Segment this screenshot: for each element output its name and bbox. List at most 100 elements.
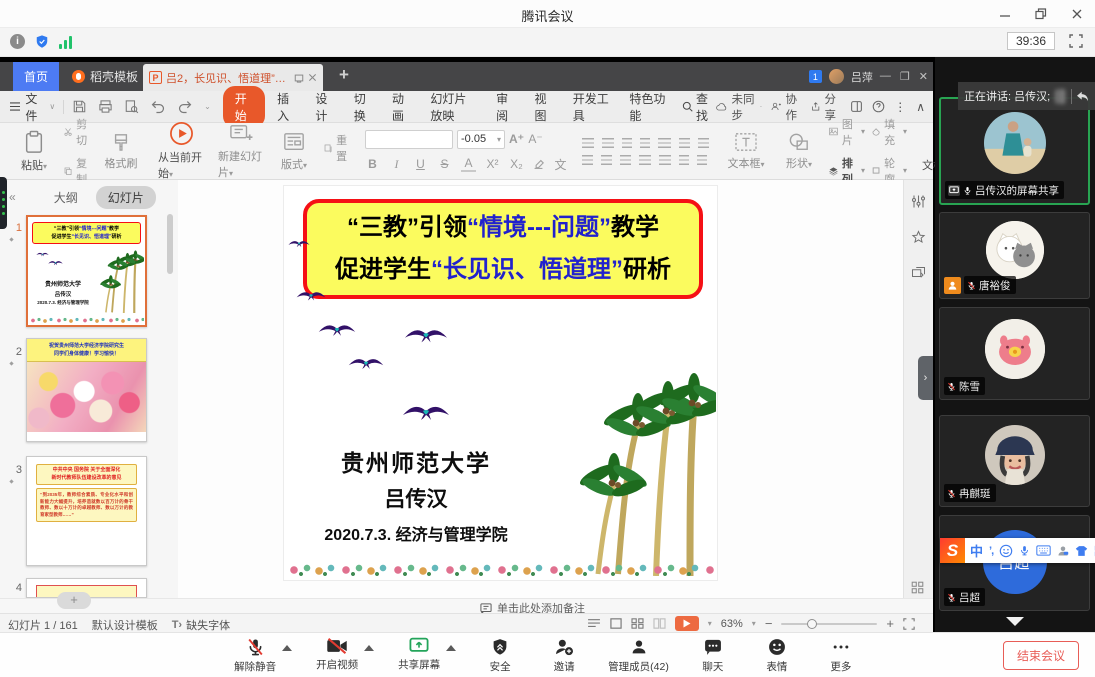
distribute-icon[interactable] — [659, 155, 671, 165]
subscript-button[interactable]: X₂ — [509, 157, 524, 171]
participant-tile[interactable]: 冉麒珽 — [939, 415, 1090, 507]
zoom-level[interactable]: 63% — [721, 618, 743, 630]
zoom-in-button[interactable]: + — [886, 616, 894, 631]
decrease-indent-icon[interactable] — [622, 138, 632, 148]
invite-button[interactable]: 邀请 — [544, 637, 584, 674]
print-preview-icon[interactable] — [124, 99, 139, 114]
help-icon[interactable] — [872, 100, 885, 113]
sogou-logo-icon[interactable]: S — [940, 538, 965, 563]
manage-members-button[interactable]: 管理成员(42) — [608, 637, 669, 674]
slide-thumbnail-2[interactable]: 祝贺贵州师范大学经济学院研究生同学们身体健康！学习愉快！ — [26, 338, 147, 442]
more-button[interactable]: 更多 — [821, 637, 861, 674]
text-direction-icon[interactable] — [698, 138, 709, 148]
wps-account-name[interactable]: 吕萍 — [851, 69, 873, 85]
animation-pane-icon[interactable] — [911, 230, 926, 245]
ime-voice-icon[interactable] — [1019, 544, 1030, 557]
signal-strength-icon[interactable] — [59, 36, 72, 49]
slide-canvas[interactable]: “三教”引领“情境---问题”教学 促进学生“长见识、悟道理”研析 贵州师范大学… — [178, 180, 903, 598]
video-options-caret[interactable] — [364, 645, 374, 651]
participant-tile[interactable]: 陈雪 — [939, 307, 1090, 400]
menu-devtools[interactable]: 开发工具 — [563, 87, 620, 127]
qat-dropdown-icon[interactable]: ⌄ — [204, 102, 211, 111]
bullet-list-icon[interactable] — [582, 138, 594, 148]
participant-tile[interactable]: 唐裕俊 — [939, 212, 1090, 299]
pin-window-icon[interactable] — [294, 73, 304, 83]
meeting-info-icon[interactable]: i — [10, 34, 25, 49]
menu-start[interactable]: 开始 — [223, 86, 265, 128]
object-properties-icon[interactable] — [911, 194, 926, 209]
emoji-button[interactable]: 表情 — [757, 637, 797, 674]
collaborate-button[interactable]: 协作 — [771, 91, 802, 123]
wps-close-icon[interactable]: ✕ — [919, 70, 928, 83]
menu-features[interactable]: 特色功能 — [619, 87, 676, 127]
justify-icon[interactable] — [639, 155, 651, 165]
redo-icon[interactable] — [177, 100, 193, 114]
strikethrough-button[interactable]: S — [437, 157, 452, 171]
menu-view[interactable]: 视图 — [524, 87, 562, 127]
undo-icon[interactable] — [150, 100, 166, 114]
increase-indent-icon[interactable] — [640, 138, 650, 148]
expand-panel-tab[interactable]: › — [918, 356, 933, 400]
print-icon[interactable] — [98, 99, 113, 114]
reset-button[interactable]: 重置 — [324, 132, 351, 164]
participant-tile-screenshare[interactable]: 吕传汉的屏幕共享 — [939, 97, 1090, 205]
notes-toggle-icon[interactable] — [587, 618, 601, 629]
menu-animation[interactable]: 动画 — [382, 87, 420, 127]
share-screen-button[interactable]: 共享屏幕 — [398, 637, 440, 672]
wps-minimize-icon[interactable]: — — [880, 70, 891, 83]
play-from-current-button[interactable]: 从当前开始▾ — [158, 121, 204, 181]
participant-tile[interactable]: 吕超 吕超 — [939, 515, 1090, 611]
sync-status[interactable]: 未同步· — [716, 91, 762, 123]
wps-restore-icon[interactable]: ❐ — [900, 70, 910, 83]
more-menu-icon[interactable]: ⋮ — [894, 100, 907, 114]
ime-skin-icon[interactable] — [1075, 545, 1088, 557]
scroll-down-participants[interactable] — [1006, 617, 1024, 626]
bold-button[interactable]: B — [365, 157, 380, 171]
minimize-icon[interactable] — [999, 8, 1011, 20]
format-painter-button[interactable]: 格式刷 — [98, 132, 144, 171]
align-center-icon[interactable] — [601, 155, 612, 165]
start-video-button[interactable]: 开启视频 — [316, 637, 358, 672]
zoom-slider[interactable] — [781, 623, 877, 625]
find-button[interactable]: 查找 — [682, 90, 716, 124]
network-shield-icon[interactable] — [35, 34, 49, 49]
tab-slides[interactable]: 幻灯片 — [96, 186, 156, 209]
notification-badge[interactable]: 1 — [809, 70, 822, 83]
line-spacing-icon[interactable] — [679, 138, 690, 148]
ime-emoji-icon[interactable] — [999, 544, 1013, 558]
sidebar-scrollbar[interactable] — [167, 214, 173, 274]
textbox-button[interactable]: 文本框▾ — [723, 132, 769, 171]
menu-insert[interactable]: 插入 — [267, 87, 305, 127]
grid-view-icon[interactable] — [911, 581, 924, 594]
picture-button[interactable]: 图片▾ — [829, 116, 865, 148]
font-name-select[interactable] — [365, 130, 453, 149]
para-spacing-icon[interactable] — [679, 155, 689, 165]
close-document-icon[interactable] — [308, 73, 317, 82]
security-button[interactable]: 安全 — [480, 637, 520, 674]
slideshow-play-button[interactable] — [675, 616, 699, 631]
paste-button[interactable]: 粘贴▾ — [11, 130, 57, 173]
numbered-list-icon[interactable] — [602, 138, 614, 148]
align-left-icon[interactable] — [582, 155, 593, 165]
tab-outline[interactable]: 大纲 — [54, 189, 78, 206]
collapse-ribbon-icon[interactable]: ∧ — [916, 100, 925, 114]
layout-button[interactable]: 版式▾ — [271, 131, 317, 172]
italic-button[interactable]: I — [389, 157, 404, 172]
decrease-font-button[interactable]: A⁻ — [528, 132, 543, 146]
fill-button[interactable]: 填充▾ — [872, 116, 907, 148]
end-meeting-button[interactable]: 结束会议 — [1003, 641, 1079, 670]
menu-slideshow[interactable]: 幻灯片放映 — [420, 87, 486, 127]
close-icon[interactable] — [1071, 8, 1083, 20]
file-menu[interactable]: 文件∨ — [10, 90, 55, 124]
phonetic-guide-button[interactable]: 文 — [553, 156, 568, 173]
ime-language-mode[interactable]: 中 — [970, 541, 983, 560]
slide-thumbnail-1[interactable]: “三教”引领“情境---问题”教学 促进学生“长见识、悟道理”研析 贵州师范大学… — [26, 215, 147, 327]
reading-view-icon[interactable] — [653, 618, 666, 629]
cut-button[interactable]: 剪切 — [64, 116, 91, 148]
pin-panel-icon[interactable] — [850, 100, 863, 113]
align-right-icon[interactable] — [620, 155, 631, 165]
restore-icon[interactable] — [1035, 8, 1047, 20]
fullscreen-icon[interactable] — [1069, 34, 1083, 48]
menu-transition[interactable]: 切换 — [344, 87, 382, 127]
chat-button[interactable]: 聊天 — [693, 637, 733, 674]
